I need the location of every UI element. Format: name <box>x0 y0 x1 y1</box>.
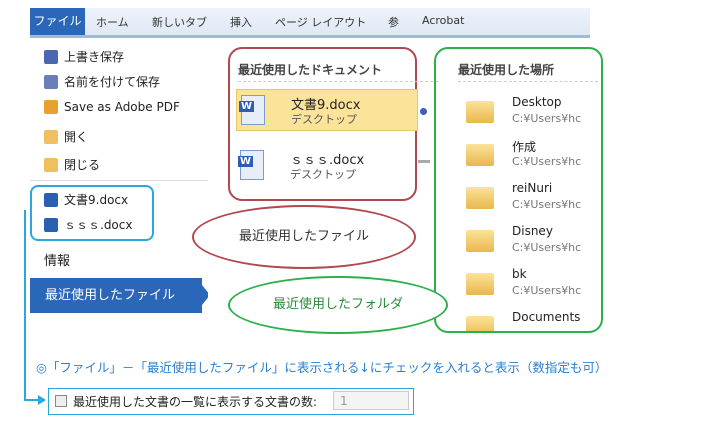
menu-label: 閉じる <box>64 158 101 172</box>
place-name: bk <box>512 267 527 281</box>
callout-recent-files: 最近使用したファイル <box>192 205 416 269</box>
tab-file[interactable]: ファイル <box>30 8 85 35</box>
arrow-icon <box>38 395 46 405</box>
folder-icon <box>466 273 494 295</box>
option-label: 最近使用した文書の一覧に表示する文書の数: <box>73 395 318 409</box>
doc-item[interactable]: W ｓｓｓ.docx デスクトップ <box>236 145 410 185</box>
menu-save-pdf[interactable]: Save as Adobe PDF <box>44 100 180 114</box>
doc-location: デスクトップ <box>291 113 357 126</box>
place-name: 作成 <box>512 140 537 154</box>
tab-acrobat[interactable]: Acrobat <box>422 14 464 27</box>
tab-new[interactable]: 新しいタブ <box>152 14 207 30</box>
menu-info[interactable]: 情報 <box>44 250 70 269</box>
open-folder-icon <box>44 129 58 144</box>
recent-count-spinner[interactable]: 1 <box>333 391 409 410</box>
save-icon <box>44 49 58 64</box>
folder-icon <box>466 230 494 252</box>
close-folder-icon <box>44 157 58 172</box>
place-item[interactable]: Documents <box>436 308 601 331</box>
unpin-icon[interactable] <box>418 160 430 163</box>
note-text: ◎「ファイル」－「最近使用したファイル」に表示される↓にチェックを入れると表示（… <box>36 360 608 375</box>
place-path: C:¥Users¥hc <box>512 112 582 125</box>
tab-page-layout[interactable]: ページ レイアウト <box>275 14 366 30</box>
connector-line <box>24 210 26 400</box>
ribbon-tabs: ファイル ホーム 新しいタブ 挿入 ページ レイアウト 参 Acrobat <box>30 8 590 38</box>
word-doc-icon: W <box>238 150 264 180</box>
places-heading: 最近使用した場所 <box>458 63 555 77</box>
tab-references[interactable]: 参 <box>388 14 399 30</box>
folder-icon <box>466 144 494 166</box>
doc-location: デスクトップ <box>290 168 356 181</box>
place-name: Documents <box>512 310 581 324</box>
place-name: reiNuri <box>512 181 553 195</box>
place-path: C:¥Users¥hc <box>512 241 582 254</box>
folder-icon <box>466 316 494 331</box>
menu-label: 上書き保存 <box>64 50 125 64</box>
save-as-icon <box>44 74 58 89</box>
divider <box>238 81 438 82</box>
recent-docs-panel: 最近使用したドキュメント W 文書9.docx デスクトップ W ｓｓｓ.doc… <box>228 47 438 201</box>
menu-save-as[interactable]: 名前を付けて保存 <box>44 73 160 90</box>
place-path: C:¥Users¥hc <box>512 284 582 297</box>
place-path: C:¥Users¥hc <box>512 198 582 211</box>
menu-open[interactable]: 開く <box>44 128 88 145</box>
place-name: Desktop <box>512 95 562 109</box>
doc-item[interactable]: W 文書9.docx デスクトップ <box>236 89 418 131</box>
folder-icon <box>466 101 494 123</box>
place-item[interactable]: bk C:¥Users¥hc <box>436 265 601 305</box>
menu-close[interactable]: 閉じる <box>44 156 100 173</box>
menu-label: Save as Adobe PDF <box>64 100 180 114</box>
tab-home[interactable]: ホーム <box>96 14 129 30</box>
menu-label: 開く <box>64 130 89 144</box>
place-item[interactable]: Desktop C:¥Users¥hc <box>436 93 601 133</box>
menu-recent-selected[interactable]: 最近使用したファイル <box>30 278 202 313</box>
folder-icon <box>466 187 494 209</box>
divider <box>458 81 598 82</box>
place-name: Disney <box>512 224 553 238</box>
pin-icon[interactable] <box>420 108 427 115</box>
docs-heading: 最近使用したドキュメント <box>238 63 383 77</box>
recent-count-option: 最近使用した文書の一覧に表示する文書の数: 1 <box>48 388 414 415</box>
recent-count-checkbox[interactable] <box>55 395 67 407</box>
place-item[interactable]: Disney C:¥Users¥hc <box>436 222 601 262</box>
menu-label: 名前を付けて保存 <box>64 75 161 89</box>
place-item[interactable]: 作成 C:¥Users¥hc <box>436 136 601 176</box>
highlight-box-recent <box>30 185 154 241</box>
place-item[interactable]: reiNuri C:¥Users¥hc <box>436 179 601 219</box>
recent-places-panel: 最近使用した場所 Desktop C:¥Users¥hc 作成 C:¥Users… <box>434 47 603 333</box>
divider <box>30 180 208 181</box>
tab-insert[interactable]: 挿入 <box>230 14 252 30</box>
pdf-icon <box>44 100 58 114</box>
menu-save[interactable]: 上書き保存 <box>44 48 124 65</box>
callout-recent-folders: 最近使用したフォルダ <box>228 276 448 334</box>
word-doc-icon: W <box>239 95 265 125</box>
place-path: C:¥Users¥hc <box>512 155 582 168</box>
